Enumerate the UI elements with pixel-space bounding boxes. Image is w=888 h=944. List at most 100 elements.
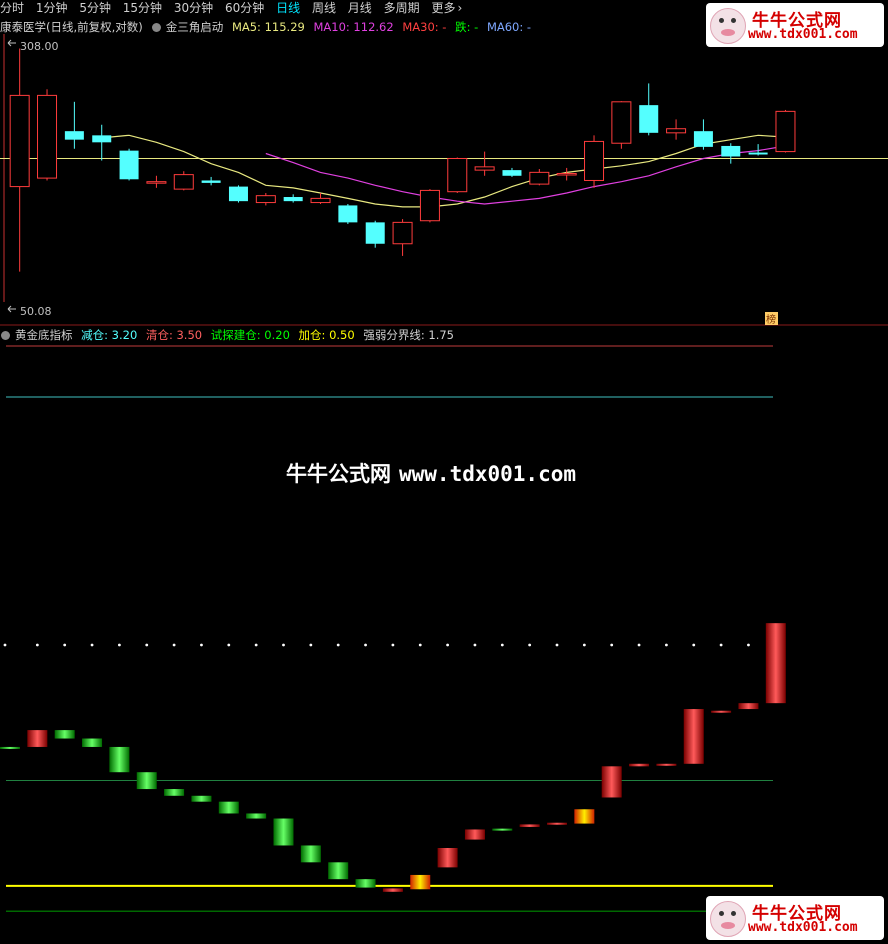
main-chart-legend: 康泰医学(日线,前复权,对数) 金三角启动 MA5: 115.29 MA10: 1… xyxy=(0,19,536,35)
indicator-bar xyxy=(410,874,431,890)
candle-body xyxy=(556,172,577,176)
candle-body xyxy=(64,131,84,140)
signal-dot xyxy=(528,643,532,647)
signal-dot xyxy=(446,643,449,647)
chevron-right-icon: › xyxy=(457,1,463,15)
indicator-bar xyxy=(574,809,595,824)
tab-period-active[interactable]: 日线 xyxy=(276,0,300,16)
indicator-bar xyxy=(629,763,650,767)
tab-period[interactable]: 月线 xyxy=(348,0,372,16)
indicator-bar xyxy=(464,829,485,840)
indicator-bar xyxy=(246,813,267,819)
candle-body xyxy=(502,170,522,176)
candle-body xyxy=(283,197,303,202)
indicator-bar xyxy=(765,623,786,704)
signal-dot xyxy=(3,643,7,647)
formula-name[interactable]: 金三角启动 xyxy=(166,20,224,34)
legend-ma5: MA5: 115.29 xyxy=(231,20,305,34)
signal-dot xyxy=(35,643,39,647)
indicator-bar xyxy=(136,772,157,790)
tab-more[interactable]: 更多 › xyxy=(431,0,462,16)
indicator-name[interactable]: 黄金底指标 xyxy=(15,328,73,342)
candle-body xyxy=(529,171,550,185)
indicator-bar xyxy=(519,824,540,827)
candle-body xyxy=(693,131,713,147)
tab-period[interactable]: 5分钟 xyxy=(79,0,111,16)
candle-body xyxy=(474,166,495,171)
indicator-bar xyxy=(109,746,130,773)
signal-dot xyxy=(254,643,258,647)
signal-dot xyxy=(637,643,641,647)
candle-body xyxy=(365,222,385,244)
signal-dot xyxy=(391,643,395,647)
candle-body xyxy=(666,128,687,134)
candle-body xyxy=(92,135,112,143)
indicator-bar xyxy=(300,845,321,863)
signal-dot xyxy=(227,643,231,647)
candle-body xyxy=(173,174,194,190)
site-logo: 牛牛公式网 www.tdx001.com xyxy=(706,896,884,940)
tab-period[interactable]: 分时 xyxy=(0,0,24,16)
signal-dot xyxy=(500,643,504,647)
indicator-bar xyxy=(711,710,732,713)
candle-body xyxy=(775,110,796,153)
tab-more-label: 更多 xyxy=(431,1,456,15)
ma10-line xyxy=(265,145,786,205)
indicator-bar xyxy=(218,801,239,814)
indicator-bar xyxy=(164,789,185,796)
indicator-bar xyxy=(82,738,103,747)
site-logo: 牛牛公式网 www.tdx001.com xyxy=(706,3,884,47)
candle-body xyxy=(119,150,139,180)
signal-dot xyxy=(665,643,668,647)
price-low-label: 50.08 xyxy=(20,305,52,318)
signal-dot xyxy=(172,643,176,647)
signal-dot xyxy=(336,643,340,647)
candle-body xyxy=(639,105,659,133)
indicator-bar xyxy=(683,709,704,764)
logo-url: www.tdx001.com xyxy=(748,27,858,42)
stock-title[interactable]: 康泰医学(日线,前复权,对数) xyxy=(0,20,143,34)
signal-dot xyxy=(282,643,285,647)
signal-dot xyxy=(747,643,750,647)
legend-qingcang: 清仓: 3.50 xyxy=(145,328,203,342)
settings-circle-icon[interactable] xyxy=(1,331,10,340)
indicator-bar xyxy=(54,730,75,739)
settings-circle-icon[interactable] xyxy=(151,23,161,32)
signal-dot xyxy=(309,643,313,647)
tab-period[interactable]: 60分钟 xyxy=(225,0,264,16)
signal-dot xyxy=(118,643,121,647)
legend-ma60: MA60: - xyxy=(486,20,532,34)
ma5-line xyxy=(101,134,786,208)
signal-dot xyxy=(582,643,586,647)
cow-logo-icon xyxy=(710,901,746,937)
indicator-bar xyxy=(547,822,567,825)
indicator-bar xyxy=(0,746,20,749)
legend-ma30: MA30: - xyxy=(402,20,447,34)
candle-body xyxy=(447,157,468,193)
signal-dot xyxy=(610,643,614,647)
candle-body xyxy=(748,152,768,155)
signal-dot xyxy=(473,643,477,647)
tab-period[interactable]: 多周期 xyxy=(384,0,420,16)
tab-period[interactable]: 30分钟 xyxy=(174,0,213,16)
candle-body xyxy=(201,180,221,183)
candle-body xyxy=(721,145,741,157)
signal-dot xyxy=(200,643,203,647)
tab-period[interactable]: 15分钟 xyxy=(123,0,162,16)
legend-die: 跌: - xyxy=(455,20,479,34)
indicator-bar xyxy=(601,766,622,798)
indicator-bar xyxy=(382,888,403,892)
tab-period[interactable]: 周线 xyxy=(312,0,336,16)
tab-period[interactable]: 1分钟 xyxy=(36,0,68,16)
indicator-bar xyxy=(355,879,376,888)
arrow-left-icon xyxy=(7,305,16,313)
candle-body xyxy=(228,186,248,202)
signal-dot xyxy=(145,643,149,647)
candle-body xyxy=(392,221,413,245)
watermark-text: 牛牛公式网 www.tdx001.com xyxy=(286,458,576,488)
watermark-url: www.tdx001.com xyxy=(399,462,577,486)
candle-body xyxy=(584,140,605,181)
candle-body xyxy=(146,181,167,184)
signal-dot xyxy=(364,643,367,647)
indicator-bar xyxy=(273,818,294,846)
